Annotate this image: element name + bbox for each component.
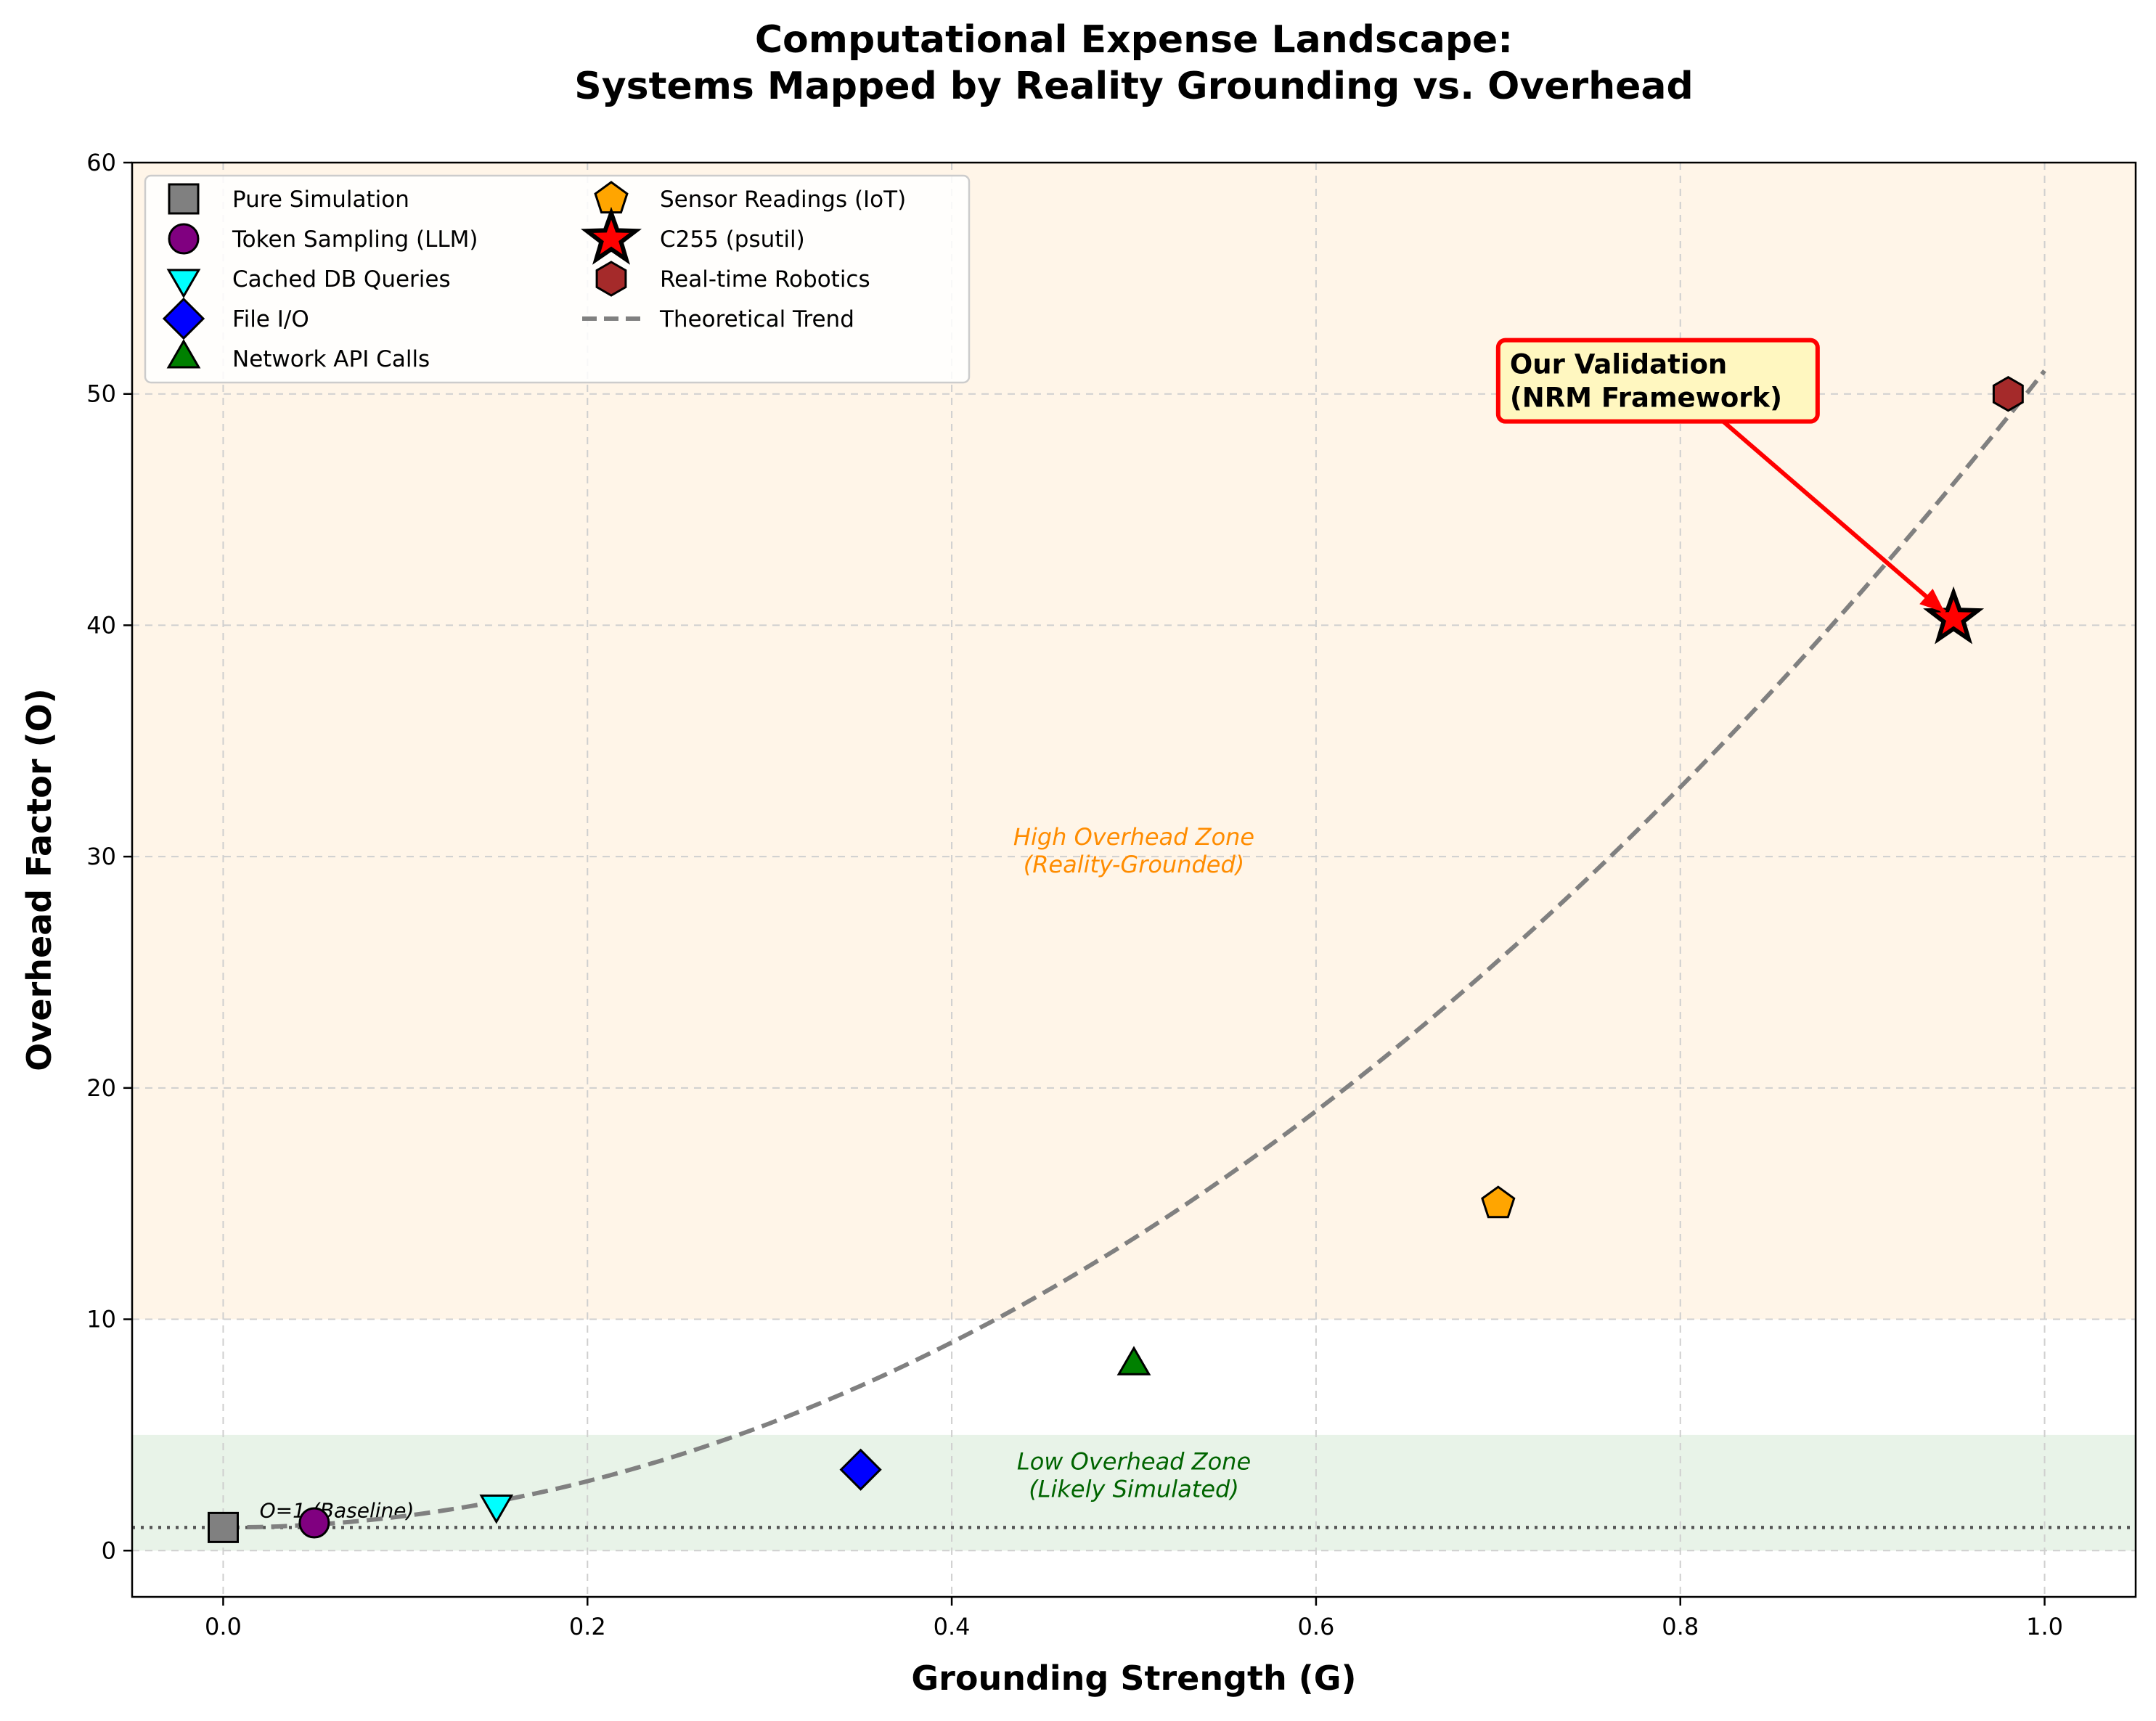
legend-label: Sensor Readings (IoT)	[660, 187, 906, 213]
legend-swatch-token-sampling-llm	[168, 223, 200, 255]
legend: Pure Simulation Token Sampling (LLM) Cache…	[144, 174, 971, 384]
chart-title: Computational Expense Landscape: Systems …	[574, 18, 1693, 108]
x-axis-title: Grounding Strength (G)	[911, 1659, 1356, 1698]
point-network-api-calls	[1116, 1346, 1151, 1375]
x-tick-label: 1.0	[2026, 1613, 2063, 1640]
legend-label: Network API Calls	[232, 346, 430, 372]
titles-layer: Computational Expense Landscape: Systems …	[574, 18, 1693, 108]
x-tick-label: 0.4	[934, 1613, 971, 1640]
y-tick-label: 0	[102, 1537, 116, 1564]
point-token-sampling-llm	[298, 1507, 330, 1539]
legend-label: File I/O	[232, 306, 309, 332]
y-tick-label: 40	[86, 611, 116, 639]
scatter-chart: O=1 (Baseline) High Overhead Zone (Realit…	[20, 18, 2137, 1698]
y-tick-label: 10	[86, 1306, 116, 1333]
y-tick-label: 50	[86, 380, 116, 408]
legend-swatch-real-time-robotics	[595, 261, 627, 297]
point-real-time-robotics	[1992, 375, 2024, 412]
legend-label: Token Sampling (LLM)	[232, 226, 478, 253]
legend-label: Theoretical Trend	[659, 306, 854, 332]
x-tick-label: 0.8	[1662, 1613, 1699, 1640]
y-tick-label: 20	[86, 1074, 116, 1102]
legend-label: Cached DB Queries	[232, 266, 451, 293]
x-tick-label: 0.0	[205, 1613, 242, 1640]
x-tick-label: 0.6	[1297, 1613, 1334, 1640]
y-axis-title: Overhead Factor (O)	[20, 688, 59, 1071]
y-tick-label: 30	[86, 843, 116, 870]
legend-swatch-pure-simulation	[168, 183, 200, 215]
point-pure-simulation	[208, 1511, 239, 1543]
zone-label-low: Low Overhead Zone (Likely Simulated)	[1017, 1448, 1251, 1503]
legend-label: C255 (psutil)	[660, 226, 805, 253]
zone-label-high: High Overhead Zone (Reality-Grounded)	[1013, 823, 1254, 878]
y-tick-label: 60	[86, 149, 116, 176]
legend-label: Real-time Robotics	[660, 266, 870, 293]
x-tick-label: 0.2	[569, 1613, 606, 1640]
legend-label: Pure Simulation	[232, 187, 409, 213]
